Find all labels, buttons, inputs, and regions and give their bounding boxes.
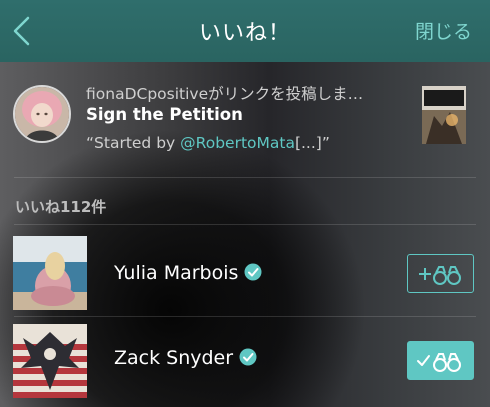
post-author-line: fionaDCpositiveがリンクを投稿しま… (86, 85, 364, 103)
page-title: いいね！ (198, 21, 291, 46)
follow-binoculars-icon (419, 266, 461, 285)
divider (14, 316, 476, 317)
verified-icon (239, 348, 257, 366)
follow-button[interactable] (407, 254, 474, 293)
post-summary[interactable]: fionaDCpositiveがリンクを投稿しま… Sign the Petit… (0, 62, 490, 178)
verified-icon (244, 263, 262, 281)
user-photo[interactable] (13, 236, 87, 310)
post-title: Sign the Petition (86, 105, 243, 124)
divider (14, 177, 476, 178)
divider (14, 224, 476, 225)
post-quote: “Started by @RobertoMata[...]” (86, 134, 330, 152)
avatar[interactable] (13, 85, 71, 143)
navigation-bar: いいね！ 閉じる (0, 0, 490, 62)
close-button[interactable]: 閉じる (415, 17, 472, 44)
user-name[interactable]: Zack Snyder (114, 347, 257, 369)
following-binoculars-icon (417, 353, 461, 372)
user-name[interactable]: Yulia Marbois (114, 262, 262, 284)
back-button[interactable] (10, 14, 36, 48)
user-name-text: Zack Snyder (114, 347, 234, 369)
chevron-left-icon (13, 16, 30, 46)
post-quote-prefix: “Started by (86, 134, 181, 152)
likes-count: いいね112件 (15, 198, 107, 216)
post-quote-suffix: [...]” (294, 134, 330, 152)
list-item[interactable]: Yulia Marbois (0, 236, 490, 316)
list-item[interactable]: Zack Snyder (0, 324, 490, 404)
post-thumbnail[interactable] (422, 86, 466, 144)
following-button[interactable] (407, 341, 474, 380)
mention-link[interactable]: @RobertoMata (180, 134, 295, 152)
user-name-text: Yulia Marbois (114, 262, 239, 284)
user-photo[interactable] (13, 324, 87, 398)
